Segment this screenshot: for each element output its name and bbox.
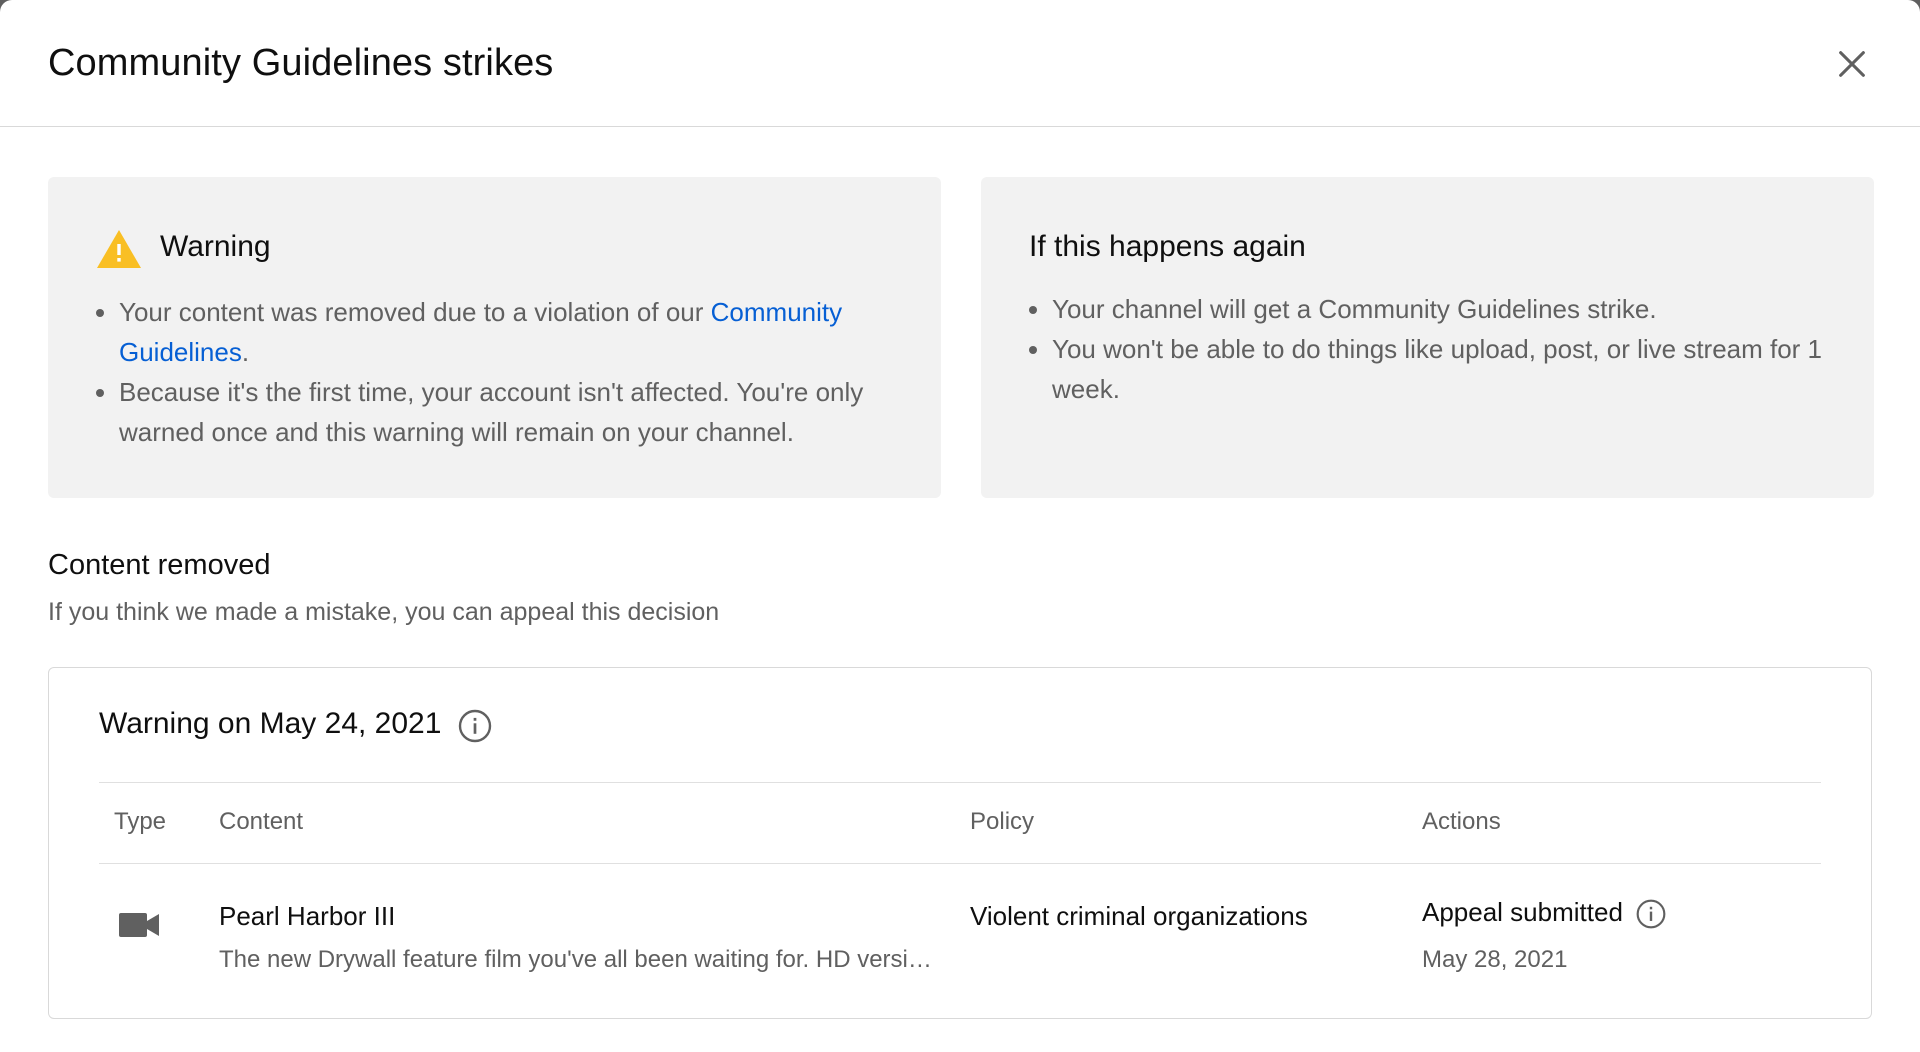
warning-bullet: Because it's the first time, your accoun…	[96, 372, 896, 452]
if-happens-again-card: If this happens again Your channel will …	[981, 177, 1874, 498]
table-divider	[99, 782, 1821, 783]
consequence-bullet: You won't be able to do things like uplo…	[1029, 329, 1849, 409]
warning-bullet: Your content was removed due to a violat…	[96, 292, 896, 372]
bullet-text-suffix: .	[241, 337, 250, 367]
info-icon[interactable]	[1635, 898, 1667, 930]
if-happens-again-heading: If this happens again	[1029, 230, 1306, 263]
content-description: The new Drywall feature film you've all …	[219, 946, 939, 973]
warning-triangle-icon	[97, 230, 141, 268]
policy-name: Violent criminal organizations	[970, 901, 1308, 931]
dialog-title: Community Guidelines strikes	[48, 42, 554, 84]
close-button[interactable]	[1828, 40, 1876, 88]
dialog-header: Community Guidelines strikes	[0, 0, 1920, 127]
warning-bullets: Your content was removed due to a violat…	[96, 292, 896, 452]
strikes-dialog: Community Guidelines strikes Warning You…	[0, 0, 1920, 1052]
appeal-status: Appeal submitted	[1422, 897, 1623, 927]
content-removed-title: Content removed	[48, 549, 271, 581]
bullet-text: Your content was removed due to a violat…	[119, 297, 704, 327]
appeal-date: May 28, 2021	[1422, 946, 1568, 973]
table-divider	[99, 863, 1821, 864]
content-title[interactable]: Pearl Harbor III	[219, 901, 395, 932]
warning-heading: Warning	[160, 230, 271, 263]
info-icon[interactable]	[457, 708, 493, 744]
consequence-bullets: Your channel will get a Community Guidel…	[1029, 289, 1849, 409]
info-cards: Warning Your content was removed due to …	[48, 177, 1874, 498]
warning-details-card: Warning on May 24, 2021 Type Content Pol…	[48, 667, 1872, 1019]
column-header-content: Content	[219, 808, 304, 835]
content-removed-subtitle: If you think we made a mistake, you can …	[48, 598, 720, 626]
column-header-type: Type	[114, 808, 167, 835]
warning-card: Warning Your content was removed due to …	[48, 177, 941, 498]
warning-date-title: Warning on May 24, 2021	[99, 707, 442, 740]
column-header-actions: Actions	[1422, 808, 1501, 835]
column-header-policy: Policy	[970, 808, 1035, 835]
video-camera-icon	[119, 913, 159, 937]
consequence-bullet: Your channel will get a Community Guidel…	[1029, 289, 1849, 329]
close-icon	[1839, 51, 1865, 77]
